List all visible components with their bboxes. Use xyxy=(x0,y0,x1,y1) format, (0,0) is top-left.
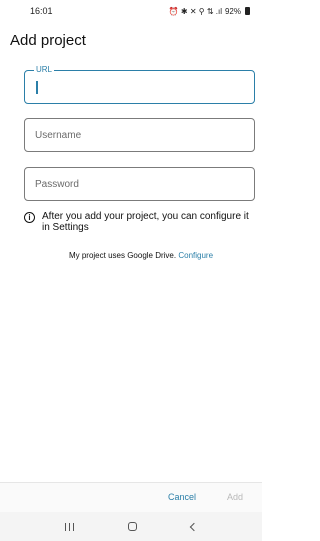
action-bar: Cancel Add xyxy=(0,482,262,512)
status-icons: ⏰ ✱ ✕ ⚲ ⇅ .ıl 92% xyxy=(169,7,250,16)
battery-level: 92% xyxy=(224,6,241,16)
username-field[interactable] xyxy=(24,118,255,152)
password-field[interactable] xyxy=(24,167,255,201)
back-icon[interactable] xyxy=(189,522,199,531)
url-input[interactable] xyxy=(25,71,254,103)
username-input[interactable] xyxy=(25,119,254,151)
battery-icon xyxy=(245,7,250,15)
home-icon[interactable] xyxy=(128,522,137,531)
google-drive-text: My project uses Google Drive. xyxy=(68,251,177,260)
info-icon: i xyxy=(24,212,35,223)
add-button[interactable]: Add xyxy=(227,492,243,502)
cancel-button[interactable]: Cancel xyxy=(168,492,196,502)
password-input[interactable] xyxy=(25,168,254,200)
status-icons-text: ⏰ ✱ ✕ ⚲ ⇅ .ıl xyxy=(168,6,222,16)
navigation-bar xyxy=(0,512,262,541)
status-bar: 16:01 ⏰ ✱ ✕ ⚲ ⇅ .ıl 92% xyxy=(0,0,262,22)
page-title: Add project xyxy=(10,32,86,49)
info-message: i After you add your project, you can co… xyxy=(24,211,258,233)
configure-link[interactable]: Configure xyxy=(178,251,213,260)
google-drive-row: My project uses Google Drive. Configure xyxy=(24,251,258,260)
status-time: 16:01 xyxy=(30,6,53,16)
info-text: After you add your project, you can conf… xyxy=(42,211,249,233)
url-field[interactable]: URL xyxy=(24,65,255,104)
recent-apps-icon[interactable] xyxy=(65,522,74,531)
